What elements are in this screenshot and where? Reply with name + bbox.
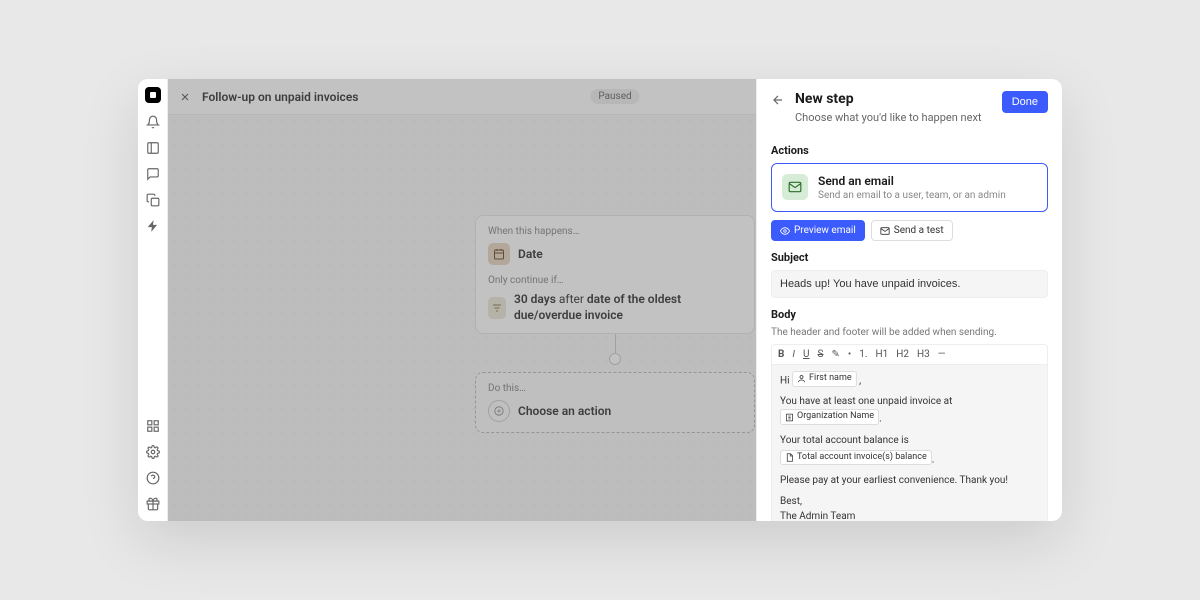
trigger-label: When this happens… [488,226,742,237]
tb-highlight[interactable]: ✎ [831,349,839,360]
mail-icon [782,174,808,200]
preview-email-button[interactable]: Preview email [771,220,865,241]
status-badge: Paused [590,89,639,104]
action-placeholder-card[interactable]: Do this… Choose an action [475,372,755,433]
token-organization[interactable]: Organization Name [780,409,879,425]
trigger-card[interactable]: When this happens… Date Only continue if… [475,215,755,334]
send-email-action[interactable]: Send an email Send an email to a user, t… [771,163,1048,212]
step-panel: New step Choose what you'd like to happe… [756,79,1062,521]
action-card-desc: Send an email to a user, team, or an adm… [818,190,1006,201]
subject-input[interactable] [771,270,1048,298]
action-card-title: Send an email [818,174,1006,188]
done-button[interactable]: Done [1002,91,1048,113]
app-window: Follow-up on unpaid invoices Paused When… [138,79,1062,521]
app-logo [145,87,161,103]
tb-bold[interactable]: B [778,349,784,360]
left-nav [138,79,168,521]
layout-icon[interactable] [146,141,160,155]
tb-divider[interactable]: — [938,349,946,360]
action-placeholder-text: Choose an action [518,404,611,418]
help-icon[interactable] [146,471,160,485]
gift-icon[interactable] [146,497,160,511]
panel-title: New step [795,91,992,107]
send-test-button[interactable]: Send a test [871,220,953,241]
flow-connector [615,334,616,360]
calendar-icon [488,243,510,265]
email-body-editor[interactable]: Hi First name , You have at least one un… [771,364,1048,521]
body-hint: The header and footer will be added when… [771,327,1048,338]
trigger-value: Date [518,247,543,261]
tb-strike[interactable]: S [818,349,824,360]
bell-icon[interactable] [146,115,160,129]
chat-icon[interactable] [146,167,160,181]
tb-italic[interactable]: I [792,349,795,360]
close-icon[interactable] [178,90,192,104]
body-label: Body [771,308,1048,321]
actions-section-label: Actions [771,144,1048,157]
subject-label: Subject [771,251,1048,264]
grid-icon[interactable] [146,419,160,433]
condition-label: Only continue if… [488,275,742,286]
action-label: Do this… [488,383,742,394]
panel-subtitle: Choose what you'd like to happen next [795,111,992,124]
workflow-title: Follow-up on unpaid invoices [202,90,358,104]
tb-h2[interactable]: H2 [896,349,909,360]
gear-icon[interactable] [146,445,160,459]
token-first-name[interactable]: First name [792,371,857,387]
tb-underline[interactable]: U [803,349,809,360]
tb-numbered[interactable]: 1. [859,349,867,360]
token-balance[interactable]: Total account invoice(s) balance [780,450,932,466]
back-arrow-icon[interactable] [771,93,785,107]
bolt-icon[interactable] [146,219,160,233]
copy-icon[interactable] [146,193,160,207]
tb-bullet[interactable]: • [848,349,851,360]
plus-circle-icon [488,400,510,422]
condition-text: 30 days after date of the oldest due/ove… [514,292,742,323]
editor-toolbar: B I U S ✎ • 1. H1 H2 H3 — [771,344,1048,364]
filter-icon [488,297,506,319]
tb-h1[interactable]: H1 [875,349,888,360]
tb-h3[interactable]: H3 [917,349,930,360]
